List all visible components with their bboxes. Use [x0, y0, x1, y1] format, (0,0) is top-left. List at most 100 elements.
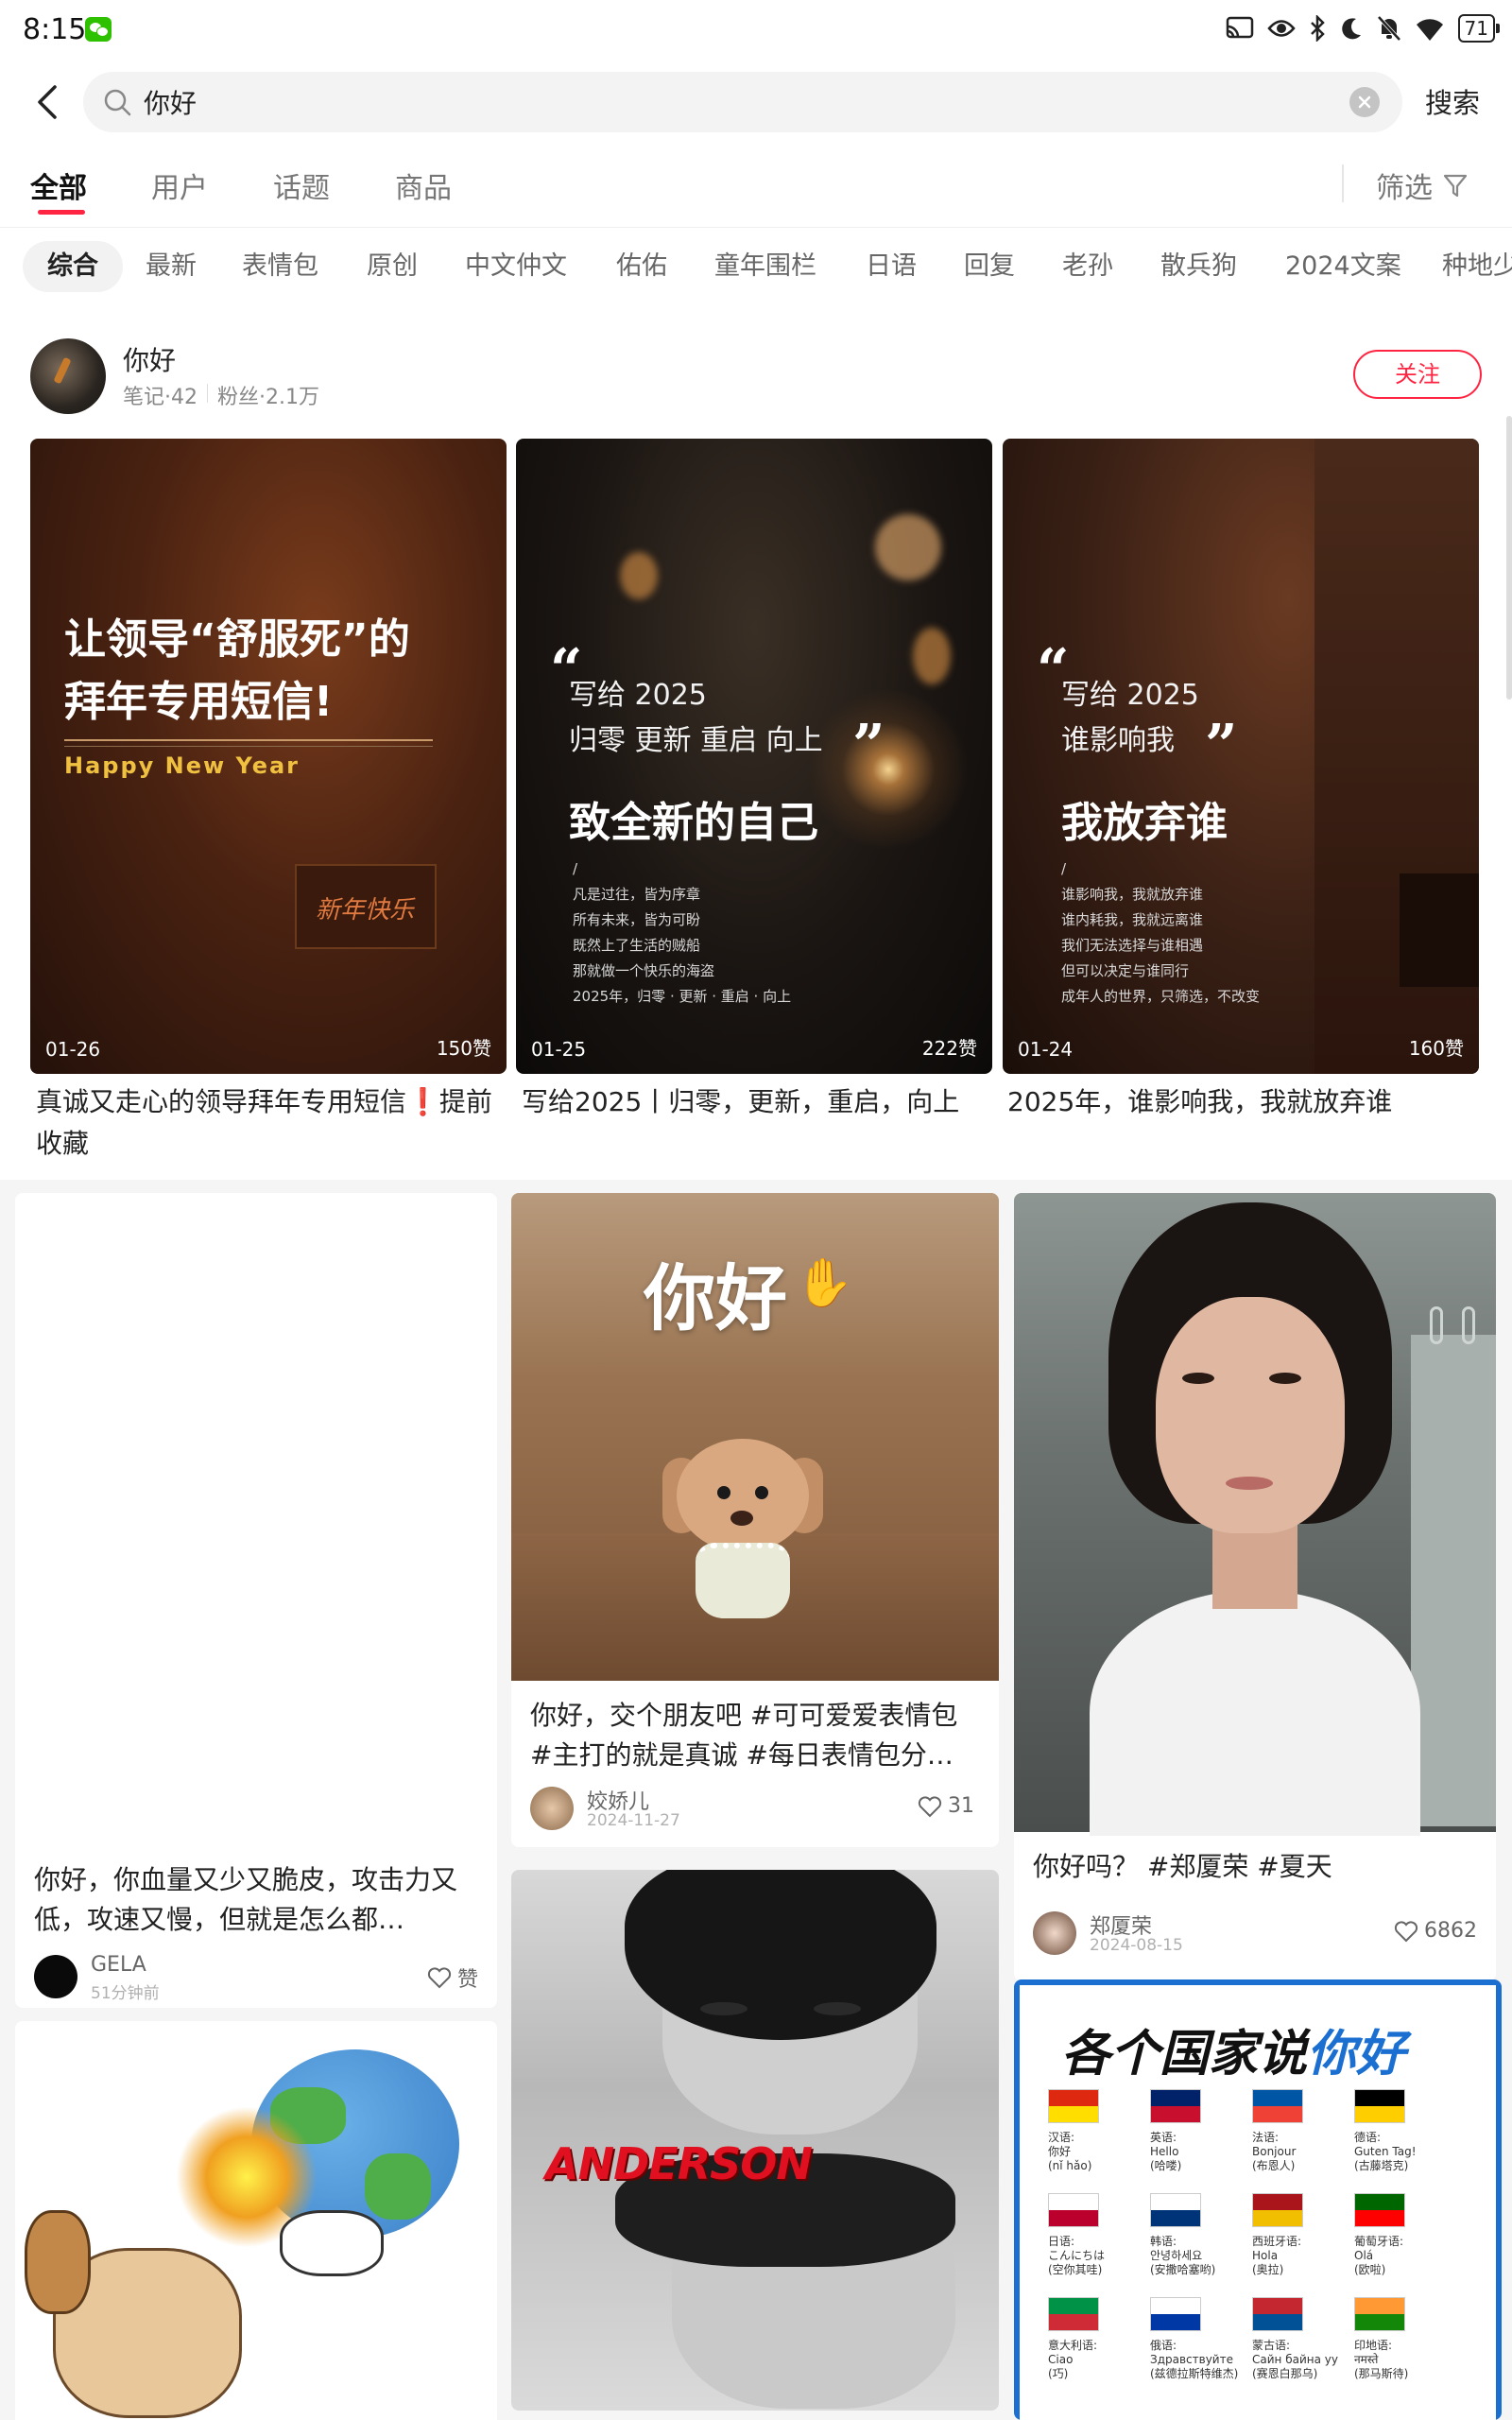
chevron-left-icon — [38, 85, 57, 119]
filter-button[interactable]: 筛选 — [1376, 164, 1469, 206]
chip[interactable]: 回复 — [939, 241, 1040, 292]
search-button[interactable]: 搜索 — [1425, 81, 1480, 121]
doge-ear — [25, 2210, 91, 2314]
avatar[interactable] — [1033, 1911, 1076, 1955]
search-feed: 你好，你血量又少又脆皮，攻击力又低，攻速又慢，但就是怎么都… GELA 51分钟… — [0, 1180, 1512, 2420]
chip[interactable]: 老孙 — [1038, 241, 1138, 292]
portrait-eye — [1269, 1373, 1301, 1384]
bokeh-light — [875, 514, 941, 580]
tab-all[interactable]: 全部 — [30, 164, 87, 206]
user-note-card[interactable]: “ 写给 2025 谁影响我 ” 我放弃谁 / 谁影响我，我就放弃谁 谁内耗我，… — [1003, 439, 1479, 1074]
user-note-card[interactable]: 让领导“舒服死”的 拜年专用短信! Happy New Year 新年快乐 01… — [30, 439, 507, 1074]
flag-icon — [1150, 2297, 1201, 2331]
chip[interactable]: 原创 — [342, 241, 442, 292]
flag-label-lang: 葡萄牙语: — [1354, 2235, 1404, 2248]
avatar[interactable] — [34, 1955, 77, 1998]
flag-label-word: Hola — [1252, 2249, 1279, 2262]
wechat-notification-icon — [85, 17, 112, 42]
cover-rule — [64, 746, 433, 747]
train-handle — [1430, 1306, 1443, 1344]
portrait-eye — [700, 2002, 747, 2015]
chip[interactable]: 2024文案 — [1261, 241, 1426, 292]
flag-label-lang: 汉语: — [1048, 2131, 1075, 2144]
chip[interactable]: 中文仲文 — [440, 241, 592, 292]
search-icon — [104, 89, 131, 116]
portrait-top — [1090, 1590, 1420, 1836]
flag-label: 葡萄牙语: Olá (欧啦) — [1354, 2235, 1449, 2277]
close-icon — [1358, 95, 1371, 109]
search-box[interactable] — [83, 72, 1402, 132]
battery-indicator: 71 — [1457, 14, 1501, 43]
flag-icon — [1354, 2193, 1405, 2227]
image-caption: 各个国家说你好 — [1061, 2026, 1406, 2083]
cover-quote: 写给 2025 归零 更新 重启 向上 — [569, 679, 823, 757]
flag-label-pron: (古藤塔克) — [1354, 2159, 1409, 2172]
author-name[interactable]: GELA — [91, 1953, 146, 1977]
note-title[interactable]: 真诚又走心的领导拜年专用短信❗️提前收藏 — [36, 1081, 512, 1165]
feed-card[interactable]: 你好，你血量又少又脆皮，攻击力又低，攻速又慢，但就是怎么都… GELA 51分钟… — [15, 1193, 497, 2008]
train-door — [1411, 1335, 1496, 1826]
like-button[interactable]: 赞 — [427, 1962, 478, 1993]
flag-label-word: Сайн байна уу — [1252, 2353, 1338, 2366]
tab-topics[interactable]: 话题 — [273, 164, 330, 206]
chip[interactable]: 表情包 — [217, 241, 343, 292]
back-button[interactable] — [25, 79, 70, 125]
flag-label-lang: 印地语: — [1354, 2339, 1393, 2352]
feed-card[interactable]: ANDERSON — [511, 1870, 999, 2411]
dog-nose — [730, 1511, 753, 1526]
chip[interactable]: 童年围栏 — [690, 241, 841, 292]
flag-label-word: Guten Tag! — [1354, 2145, 1417, 2158]
follow-button[interactable]: 关注 — [1353, 350, 1482, 399]
chip-comprehensive[interactable]: 综合 — [23, 241, 123, 292]
note-title[interactable]: 2025年，谁影响我，我就放弃谁 — [1007, 1081, 1484, 1123]
feed-card[interactable]: 你好吗？ #郑厦荣 #夏天 郑厦荣 2024-08-15 6862 — [1014, 1193, 1496, 1981]
flag-label: 意大利语: Ciao (巧) — [1048, 2339, 1143, 2381]
chip[interactable]: 散兵狗 — [1136, 241, 1262, 292]
flag-label-pron: (空你其哇) — [1048, 2263, 1103, 2276]
feed-card[interactable] — [15, 2021, 497, 2420]
avatar[interactable] — [30, 338, 106, 414]
status-time: 8:15 — [23, 13, 87, 46]
cover-lines: / 凡是过往，皆为序章 所有未来，皆为可盼 既然上了生活的贼船 那就做一个快乐的… — [573, 860, 792, 1005]
chip[interactable]: 日语 — [841, 241, 941, 292]
feed-card[interactable]: 你好 ✋ 你好，交个朋友吧 #可可爱爱表情包 #主打的就是真诚 #每日表情包分…… — [511, 1193, 999, 1847]
feed-image: 各个国家说你好 汉语: 你好 (nǐ hǎo) 英语: Hello (哈喽) 法语: Bonj… — [1014, 1979, 1502, 2420]
flag-label-word: こんにちは — [1048, 2249, 1106, 2262]
flag-label: 蒙古语: Сайн байна уу (赛恩白那乌) — [1252, 2339, 1347, 2381]
dog-eye — [755, 1486, 768, 1499]
feed-card[interactable]: 各个国家说你好 汉语: 你好 (nǐ hǎo) 英语: Hello (哈喽) 法语: Bonj… — [1014, 1979, 1502, 2420]
like-button[interactable]: 6862 — [1394, 1919, 1477, 1943]
flag-icon — [1252, 2089, 1303, 2123]
feed-author-row: GELA 51分钟前 赞 — [34, 1953, 478, 2003]
chip-latest[interactable]: 最新 — [121, 241, 221, 292]
flag-label-lang: 意大利语: — [1048, 2339, 1098, 2352]
note-likes: 150赞 — [436, 1037, 491, 1060]
fan-count: 粉丝·2.1万 — [217, 386, 319, 409]
user-result[interactable]: 你好 笔记·42 粉丝·2.1万 关注 — [30, 338, 1482, 418]
close-quote-icon: ” — [1205, 713, 1238, 779]
avatar[interactable] — [530, 1787, 574, 1830]
like-count: 31 — [948, 1794, 974, 1818]
tab-users[interactable]: 用户 — [151, 164, 208, 206]
eye-icon — [1266, 20, 1296, 37]
feed-image — [1014, 1193, 1496, 1836]
chip[interactable]: 种地少 — [1418, 241, 1512, 292]
flag-label-pron: (那马斯待) — [1354, 2367, 1409, 2380]
flag-icon — [1252, 2297, 1303, 2331]
heart-icon — [918, 1795, 942, 1817]
feed-title: 你好，你血量又少又脆皮，攻击力又低，攻速又慢，但就是怎么都… — [34, 1864, 458, 1935]
flag-label-pron: (奥拉) — [1252, 2263, 1284, 2276]
user-note-card[interactable]: “ 写给 2025 归零 更新 重启 向上 ” 致全新的自己 / 凡是过往，皆为… — [516, 439, 992, 1074]
note-title[interactable]: 写给2025丨归零，更新，重启，向上 — [522, 1081, 998, 1123]
flag-label-word: 你好 — [1048, 2145, 1072, 2158]
scrollbar[interactable] — [1506, 416, 1512, 700]
tab-products[interactable]: 商品 — [395, 164, 452, 206]
search-input[interactable] — [144, 72, 1278, 132]
like-button[interactable]: 31 — [918, 1794, 974, 1818]
portrait-eye — [814, 2002, 861, 2015]
note-likes: 222赞 — [921, 1037, 977, 1060]
flag-label: 法语: Bonjour (布恩人) — [1252, 2131, 1347, 2173]
clear-search-button[interactable] — [1349, 87, 1380, 117]
flag-label-word: Olá — [1354, 2249, 1374, 2262]
chip[interactable]: 佑佑 — [592, 241, 692, 292]
